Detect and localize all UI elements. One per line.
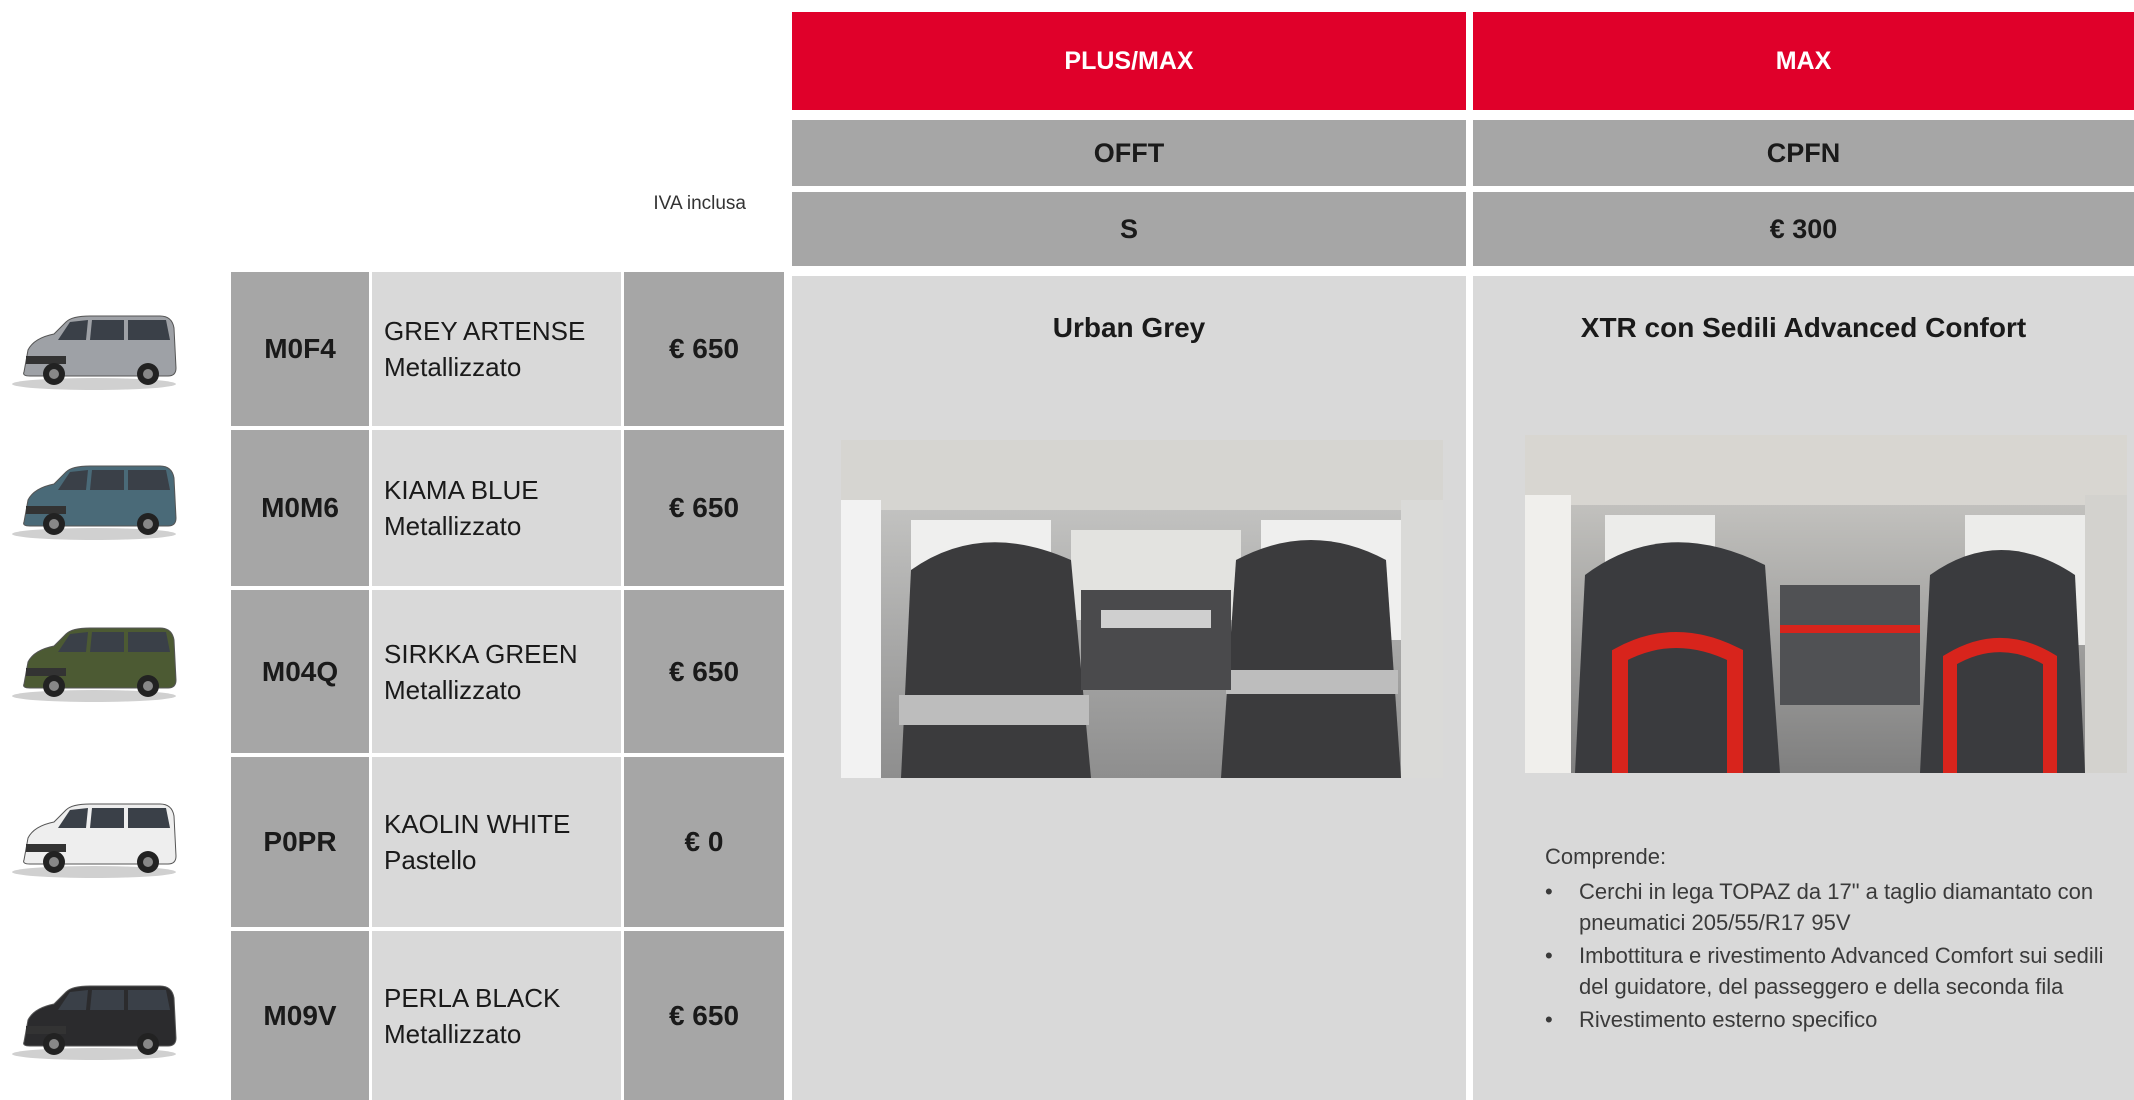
interior-code-offt-label: OFFT xyxy=(1093,137,1165,168)
color-name-cell: KAOLIN WHITE Pastello xyxy=(372,757,621,927)
color-code: P0PR xyxy=(231,757,369,927)
color-finish: Metallizzato xyxy=(384,511,522,541)
van-icon xyxy=(12,465,177,540)
car-thumbnail-image xyxy=(10,798,178,880)
color-finish: Metallizzato xyxy=(384,1018,522,1049)
van-icon xyxy=(12,627,177,702)
color-price: € 0 xyxy=(624,757,784,927)
color-code: M0F4 xyxy=(231,272,369,426)
color-name: KIAMA BLUE xyxy=(384,475,539,505)
color-finish: Metallizzato xyxy=(384,674,522,705)
trim-header-plus-max-label: PLUS/MAX xyxy=(1064,46,1194,75)
color-name: KAOLIN WHITE xyxy=(384,809,571,839)
interior-title: Urban Grey xyxy=(1052,312,1206,343)
color-name-cell: SIRKKA GREEN Metallizzato xyxy=(372,590,621,753)
trim-header-max: MAX xyxy=(1473,12,2134,110)
interior-code-offt: OFFT xyxy=(792,120,1466,186)
interior-code-cpfn-label: CPFN xyxy=(1766,137,1841,168)
color-name-cell: PERLA BLACK Metallizzato xyxy=(372,931,621,1100)
color-code: M09V xyxy=(231,931,369,1100)
feature-item: Cerchi in lega TOPAZ da 17" a taglio dia… xyxy=(1543,876,2109,938)
interior-panel-xtr: XTR con Sedili Advanced Confort Comprend… xyxy=(1473,276,2134,1100)
interior-photo-urban-grey xyxy=(841,440,1443,778)
features-list: Cerchi in lega TOPAZ da 17" a taglio dia… xyxy=(1543,876,2109,1037)
feature-item: Rivestimento esterno specifico xyxy=(1543,1004,2109,1035)
trim-header-max-label: MAX xyxy=(1775,46,1832,75)
color-name: GREY ARTENSE xyxy=(384,316,586,346)
interior-price-cpfn-label: € 300 xyxy=(1769,213,1838,244)
feature-item: Imbottitura e rivestimento Advanced Comf… xyxy=(1543,940,2109,1002)
color-name-cell: KIAMA BLUE Metallizzato xyxy=(372,430,621,586)
color-price: € 650 xyxy=(624,430,784,586)
color-code: M04Q xyxy=(231,590,369,753)
van-icon xyxy=(12,315,177,390)
car-thumbnail-image xyxy=(10,622,178,704)
vat-note: IVA inclusa xyxy=(653,193,746,214)
color-finish: Metallizzato xyxy=(384,352,522,382)
color-price: € 650 xyxy=(624,931,784,1100)
car-thumbnail-image xyxy=(10,460,178,542)
van-icon xyxy=(12,803,177,878)
interior-price-offt: S xyxy=(792,192,1466,266)
interior-photo-urban-grey-svg xyxy=(841,440,1443,778)
color-code: M0M6 xyxy=(231,430,369,586)
car-thumbnail-image xyxy=(10,980,178,1062)
color-name-cell: GREY ARTENSE Metallizzato xyxy=(372,272,621,426)
color-price: € 650 xyxy=(624,590,784,753)
interior-photo-xtr xyxy=(1525,435,2127,773)
color-finish: Pastello xyxy=(384,845,477,875)
interior-code-cpfn: CPFN xyxy=(1473,120,2134,186)
interior-price-offt-label: S xyxy=(1119,213,1138,244)
color-price: € 650 xyxy=(624,272,784,426)
includes-label: Comprende: xyxy=(1545,844,1667,869)
color-name: PERLA BLACK xyxy=(384,982,561,1013)
van-icon xyxy=(12,985,177,1060)
interior-title: XTR con Sedili Advanced Confort xyxy=(1580,312,2027,343)
car-thumbnail-image xyxy=(10,310,178,392)
interior-price-cpfn: € 300 xyxy=(1473,192,2134,266)
interior-photo-xtr-svg xyxy=(1525,435,2127,773)
interior-panel-urban-grey: Urban Grey xyxy=(792,276,1466,1100)
trim-header-plus-max: PLUS/MAX xyxy=(792,12,1466,110)
color-name: SIRKKA GREEN xyxy=(384,638,578,669)
